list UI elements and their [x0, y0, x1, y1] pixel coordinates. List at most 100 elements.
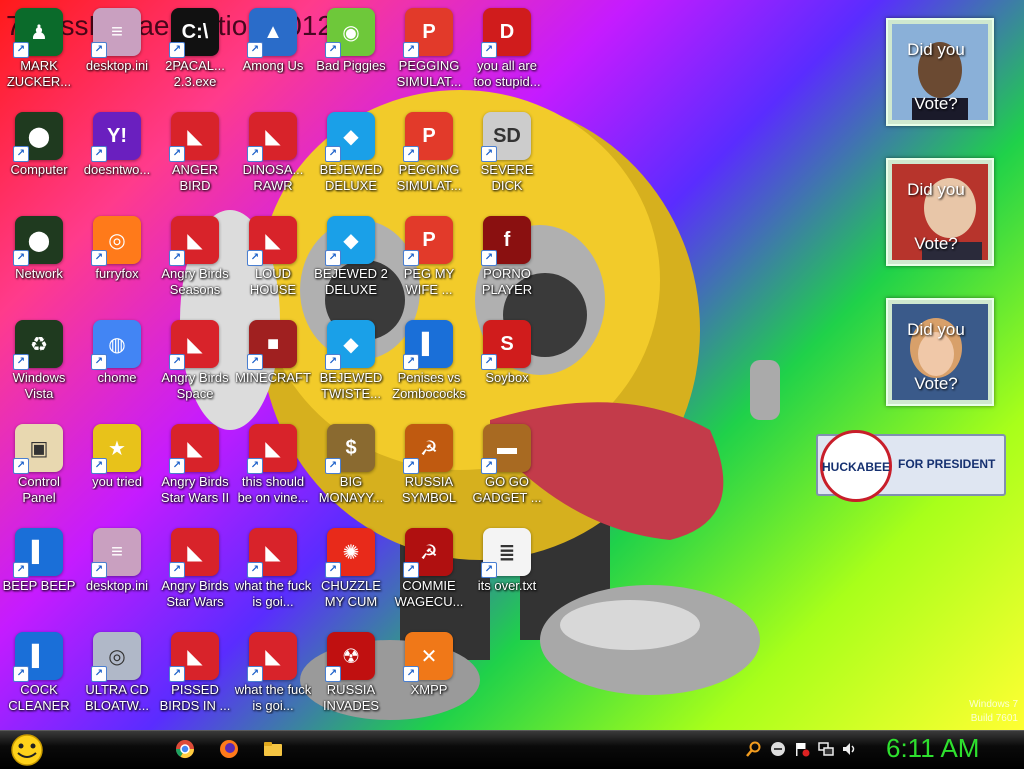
desktop-icon[interactable]: ☢ ↗ RUSSIA INVADES: [312, 628, 390, 730]
gem-icon: ◆ ↗: [325, 320, 375, 370]
desktop-icon[interactable]: ◣ ↗ Angry Birds Star Wars: [156, 524, 234, 628]
desktop-icon[interactable]: ⬤ ↗ Computer: [0, 108, 78, 212]
yahoo-icon: Y! ↗: [91, 112, 141, 162]
desktop-icon[interactable]: D ↗ you all are too stupid...: [468, 4, 546, 108]
network-icon[interactable]: [818, 741, 834, 757]
desktop-icon[interactable]: ♻ ↗ Windows Vista: [0, 316, 78, 420]
desktop-icon[interactable]: ★ ↗ you tried: [78, 420, 156, 524]
desktop-icon-label: you tried: [92, 474, 142, 489]
desktop-icon[interactable]: ◣ ↗ what the fuck is goi...: [234, 524, 312, 628]
desktop-icon[interactable]: ◣ ↗ Angry Birds Star Wars II: [156, 420, 234, 524]
desktop-icon[interactable]: ◆ ↗ BEJEWED 2 DELUXE: [312, 212, 390, 316]
desktop-icon[interactable]: ▲ ↗ Among Us: [234, 4, 312, 108]
desktop-icon[interactable]: ⬤ ↗ Network: [0, 212, 78, 316]
desktop-icon[interactable]: C:\ ↗ 2PACAL... 2.3.exe: [156, 4, 234, 108]
desktop[interactable]: 7 LossKanae Edition 2012 ♟ ↗ MARK ZUCKER..…: [0, 0, 1024, 730]
shortcut-arrow-icon: ↗: [325, 42, 341, 58]
folder-icon[interactable]: [263, 739, 283, 759]
desktop-icon[interactable]: ≡ ↗ desktop.ini: [78, 524, 156, 628]
chrome-icon[interactable]: [175, 739, 195, 759]
desktop-icon[interactable]: ▌ ↗ BEEP BEEP: [0, 524, 78, 628]
shortcut-arrow-icon: ↗: [13, 146, 29, 162]
shortcut-arrow-icon: ↗: [247, 354, 263, 370]
vote-gadget-line1: Did you: [907, 320, 965, 339]
desktop-icon[interactable]: f ↗ PORNO PLAYER: [468, 212, 546, 316]
desktop-icon-label: PEGGING SIMULAT...: [396, 58, 462, 89]
desktop-icon[interactable]: ▣ ↗ Control Panel: [0, 420, 78, 524]
desktop-icon[interactable]: ☭ ↗ RUSSIA SYMBOL: [390, 420, 468, 524]
desktop-icon[interactable]: ▌ ↗ Penises vs Zombococks: [390, 316, 468, 420]
desktop-icon[interactable]: ◎ ↗ ULTRA CD BLOATW...: [78, 628, 156, 730]
desktop-icon[interactable]: ◣ ↗ Angry Birds Seasons: [156, 212, 234, 316]
desktop-icon[interactable]: P ↗ PEG MY WIFE ...: [390, 212, 468, 316]
shortcut-arrow-icon: ↗: [247, 42, 263, 58]
vote-gadget-mccain[interactable]: Did you Vote?: [886, 158, 994, 266]
desktop-icon-label: Computer: [10, 162, 68, 177]
shortcut-arrow-icon: ↗: [403, 42, 419, 58]
desktop-icon[interactable]: ▬ ↗ GO GO GADGET ...: [468, 420, 546, 524]
desktop-icon[interactable]: ■ ↗ MINECRAFT: [234, 316, 312, 420]
desktop-icon[interactable]: ◉ ↗ Bad Piggies: [312, 4, 390, 108]
desktop-icon-label: Angry Birds Star Wars II: [160, 474, 230, 505]
angry-bird-icon: ◣ ↗: [247, 632, 297, 682]
desktop-icon[interactable]: SD ↗ SEVERE DICK: [468, 108, 546, 212]
desktop-icon-label: BEJEWED 2 DELUXE: [314, 266, 388, 297]
devcpp-icon: D ↗: [481, 8, 531, 58]
desktop-icon[interactable]: ♟ ↗ MARK ZUCKER...: [0, 4, 78, 108]
shortcut-arrow-icon: ↗: [403, 250, 419, 266]
minus-icon[interactable]: [770, 741, 786, 757]
desktop-icon[interactable]: ≣ ↗ its over.txt: [468, 524, 546, 628]
desktop-icon[interactable]: ≡ ↗ desktop.ini: [78, 4, 156, 108]
vote-gadget-clinton[interactable]: Did you Vote?: [886, 298, 994, 406]
taskbar-clock[interactable]: 6:11 AM: [886, 733, 979, 764]
desktop-icon-label: BEEP BEEP: [2, 578, 76, 593]
vote-gadget-obama[interactable]: Did you Vote?: [886, 18, 994, 126]
s-logo-icon: S ↗: [481, 320, 531, 370]
desktop-icon-label: its over.txt: [477, 578, 537, 593]
volume-icon[interactable]: [842, 741, 858, 757]
shortcut-arrow-icon: ↗: [91, 562, 107, 578]
desktop-icon-label: Angry Birds Space: [161, 370, 229, 401]
desktop-icon[interactable]: ◣ ↗ this should be on vine...: [234, 420, 312, 524]
start-button[interactable]: [8, 733, 46, 767]
vote-gadget-line2: Vote?: [914, 374, 958, 393]
firefox-icon[interactable]: [219, 739, 239, 759]
desktop-icon-label: Control Panel: [18, 474, 60, 505]
search-icon[interactable]: [746, 741, 762, 757]
desktop-icon[interactable]: ◆ ↗ BEJEWED TWISTE...: [312, 316, 390, 420]
desktop-icon[interactable]: ◎ ↗ furryfox: [78, 212, 156, 316]
shortcut-arrow-icon: ↗: [247, 250, 263, 266]
desktop-icon[interactable]: ◍ ↗ chome: [78, 316, 156, 420]
shortcut-arrow-icon: ↗: [325, 354, 341, 370]
russia-icon: ☭ ↗: [403, 424, 453, 474]
desktop-icon[interactable]: Y! ↗ doesntwo...: [78, 108, 156, 212]
desktop-icon[interactable]: ✕ ↗ XMPP: [390, 628, 468, 730]
briefcase-icon: ▬ ↗: [481, 424, 531, 474]
desktop-icon-label: COMMIE WAGECU...: [394, 578, 464, 609]
desktop-icon[interactable]: S ↗ Soybox: [468, 316, 546, 420]
desktop-icon[interactable]: ◣ ↗ DINOSA... RAWR: [234, 108, 312, 212]
desktop-icon[interactable]: ◣ ↗ Angry Birds Space: [156, 316, 234, 420]
desktop-icon-label: CHUZZLE MY CUM: [321, 578, 381, 609]
desktop-icon-label: this should be on vine...: [237, 474, 309, 505]
desktop-icon[interactable]: P ↗ PEGGING SIMULAT...: [390, 108, 468, 212]
desktop-icon-label: PEGGING SIMULAT...: [396, 162, 462, 193]
shortcut-arrow-icon: ↗: [13, 666, 29, 682]
desktop-icon[interactable]: ◣ ↗ LOUD HOUSE: [234, 212, 312, 316]
desktop-icon[interactable]: P ↗ PEGGING SIMULAT...: [390, 4, 468, 108]
huckabee-gadget[interactable]: HUCKABEE FOR PRESIDENT: [816, 430, 1006, 502]
desktop-icon[interactable]: $ ↗ BIG MONAYY...: [312, 420, 390, 524]
desktop-icon[interactable]: ◣ ↗ PISSED BIRDS IN ...: [156, 628, 234, 730]
shortcut-arrow-icon: ↗: [13, 250, 29, 266]
shortcut-arrow-icon: ↗: [403, 666, 419, 682]
p-logo-icon: P ↗: [403, 112, 453, 162]
vote-gadget-line1: Did you: [907, 40, 965, 59]
desktop-icon[interactable]: ▌ ↗ COCK CLEANER: [0, 628, 78, 730]
flag-icon[interactable]: [794, 741, 810, 757]
desktop-icon[interactable]: ✺ ↗ CHUZZLE MY CUM: [312, 524, 390, 628]
desktop-icon[interactable]: ◣ ↗ what the fuck is goi...: [234, 628, 312, 730]
desktop-icon[interactable]: ☭ ↗ COMMIE WAGECU...: [390, 524, 468, 628]
desktop-icon[interactable]: ◆ ↗ BEJEWED DELUXE: [312, 108, 390, 212]
desktop-icon[interactable]: ◣ ↗ ANGER BIRD: [156, 108, 234, 212]
shortcut-arrow-icon: ↗: [169, 458, 185, 474]
